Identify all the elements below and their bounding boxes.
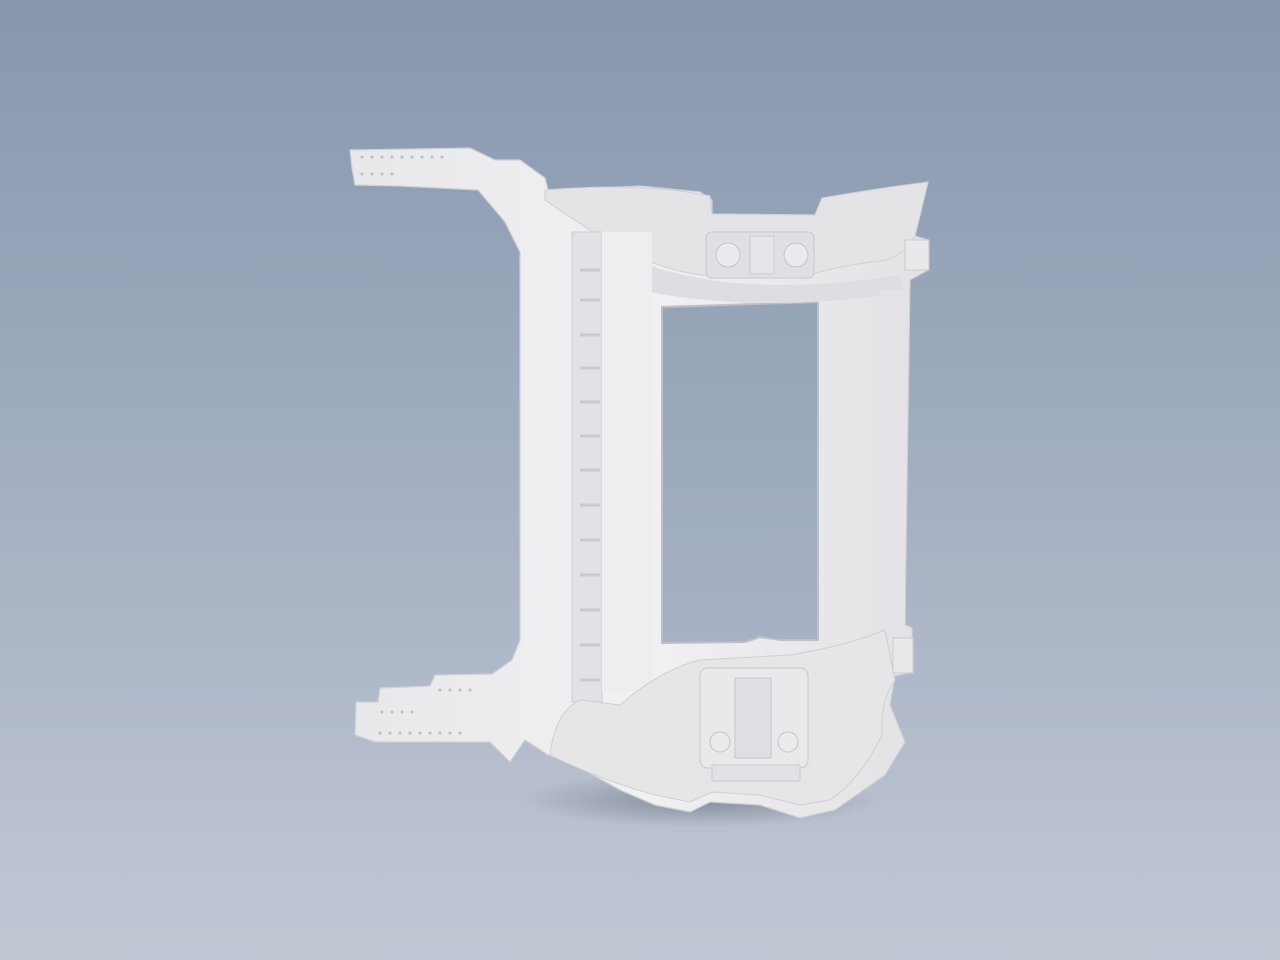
frame-opening <box>661 300 819 645</box>
upper-right-tab <box>904 239 930 271</box>
bottom-mount-bracket <box>699 667 809 782</box>
cad-viewport[interactable] <box>0 0 1280 960</box>
left-ribbed-post <box>571 231 652 703</box>
3d-part-render[interactable] <box>0 0 1280 960</box>
lower-right-tab <box>892 637 914 674</box>
top-mount-bracket <box>705 231 815 279</box>
right-post <box>880 290 905 630</box>
